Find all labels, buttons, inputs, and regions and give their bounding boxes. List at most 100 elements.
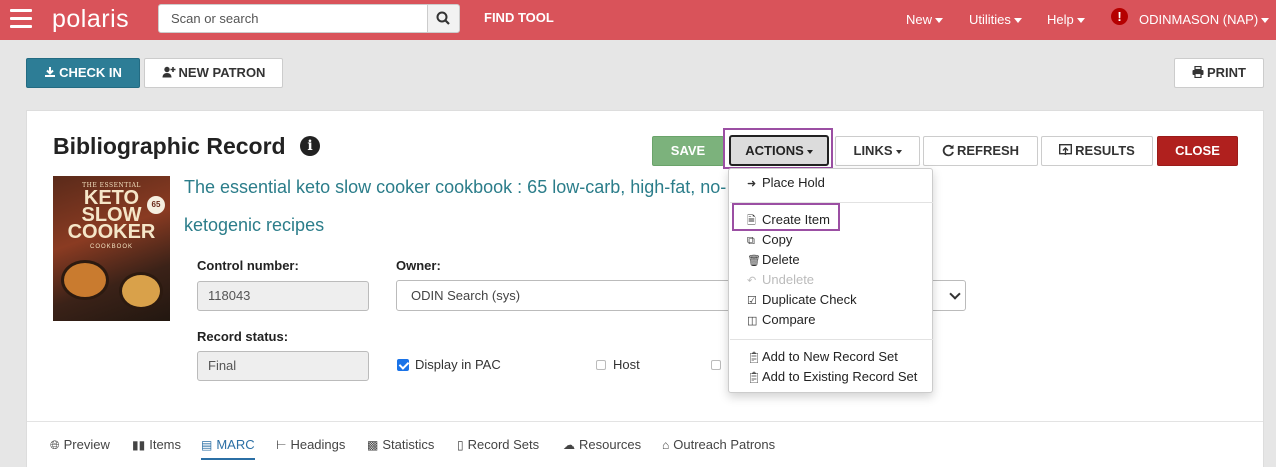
tab-items[interactable]: ▮▮ Items: [132, 437, 181, 452]
tab-preview[interactable]: 🌐︎ Preview: [50, 437, 110, 453]
new-patron-button[interactable]: NEW PATRON: [144, 58, 283, 88]
owner-select-value: ODIN Search (sys): [411, 288, 521, 303]
cover-title: KETO SLOW COOKER: [67, 187, 156, 243]
tab-marc-label: MARC: [216, 437, 255, 452]
download-icon: [45, 67, 56, 77]
menu-item-label: Compare: [762, 312, 816, 327]
tabs-divider: [27, 421, 1263, 422]
menu-item-compare[interactable]: ◫ Compare: [747, 312, 815, 327]
menu-item-copy[interactable]: ⧉ Copy: [747, 232, 792, 248]
tab-outreach-label: Outreach Patrons: [673, 437, 776, 452]
menu-item-place-hold[interactable]: ➜ Place Hold: [747, 175, 825, 190]
user-menu[interactable]: ODINMASON (NAP): [1139, 12, 1270, 27]
info-icon[interactable]: i: [300, 136, 320, 156]
cloud-icon: ☁: [563, 438, 575, 452]
search-button[interactable]: [427, 4, 460, 33]
items-icon: ▮▮: [132, 438, 146, 452]
clipboard-icon: 📋︎: [747, 352, 761, 364]
links-label: LINKS: [853, 143, 893, 158]
clipboard-icon: ▯: [457, 438, 464, 452]
actions-button[interactable]: ACTIONS: [729, 135, 829, 166]
tab-preview-label: Preview: [63, 437, 110, 452]
help-menu[interactable]: Help: [1047, 12, 1085, 27]
menu-item-duplicate-check[interactable]: ☑ Duplicate Check: [747, 292, 857, 307]
menu-divider: [730, 339, 933, 340]
tab-items-label: Items: [149, 437, 182, 452]
menu-item-undelete: ↶ Undelete: [747, 272, 814, 287]
cover-bowl-graphic: [119, 272, 163, 310]
refresh-button[interactable]: REFRESH: [923, 136, 1038, 166]
control-number-label: Control number:: [197, 258, 299, 273]
menu-item-label: Duplicate Check: [762, 292, 857, 307]
menu-item-add-new-set[interactable]: 📋︎Add to New Record Set: [747, 349, 898, 364]
caret-down-icon: [1076, 18, 1085, 24]
top-navbar: polaris Scan or search FIND TOOL New Uti…: [0, 0, 1276, 40]
tab-record-sets-label: Record Sets: [467, 437, 540, 452]
caret-down-icon: [935, 18, 944, 24]
tab-headings[interactable]: ⊢ Headings: [276, 437, 345, 452]
tab-statistics[interactable]: ▩ Statistics: [367, 437, 434, 452]
third-checkbox[interactable]: [711, 360, 721, 370]
actions-label: ACTIONS: [745, 143, 804, 158]
columns-icon: ◫: [747, 315, 758, 327]
utilities-menu-label: Utilities: [969, 12, 1011, 27]
refresh-icon: [942, 144, 954, 157]
alert-icon[interactable]: !: [1111, 8, 1128, 25]
hamburger-menu-icon[interactable]: [10, 9, 32, 29]
page-title: Bibliographic Record: [53, 133, 286, 159]
search-input[interactable]: Scan or search: [158, 4, 428, 33]
tab-record-sets[interactable]: ▯ Record Sets: [457, 437, 539, 452]
add-user-icon: [162, 66, 176, 78]
caret-down-icon: [1261, 18, 1270, 24]
menu-item-label: Add to New Record Set: [762, 349, 898, 364]
find-tool-link[interactable]: FIND TOOL: [484, 10, 554, 25]
globe-icon: 🌐︎: [50, 438, 60, 452]
record-status-label: Record status:: [197, 329, 289, 344]
close-button[interactable]: CLOSE: [1157, 136, 1238, 166]
display-in-pac-checkbox[interactable]: [397, 359, 409, 371]
host-label: Host: [613, 357, 640, 372]
tab-marc[interactable]: ▤ MARC: [201, 437, 255, 452]
copy-icon: ⧉: [747, 235, 755, 247]
cover-sub: COOKBOOK: [89, 244, 133, 250]
menu-item-label: Add to Existing Record Set: [762, 369, 918, 384]
app-logo[interactable]: polaris: [52, 5, 129, 34]
undo-icon: ↶: [747, 275, 757, 287]
bar-chart-icon: ▩: [367, 438, 379, 452]
menu-item-add-existing-set[interactable]: 📋︎Add to Existing Record Set: [747, 369, 917, 384]
tab-resources-label: Resources: [579, 437, 642, 452]
print-icon: [1192, 65, 1204, 79]
utilities-menu[interactable]: Utilities: [969, 12, 1022, 27]
trash-icon: 🗑︎: [747, 255, 761, 267]
control-number-field: 118043: [197, 281, 369, 311]
sitemap-icon: ⊢: [276, 438, 287, 452]
results-button[interactable]: RESULTS: [1041, 136, 1153, 166]
links-button[interactable]: LINKS: [835, 136, 920, 166]
create-item-highlight: [732, 203, 840, 231]
new-patron-label: NEW PATRON: [178, 65, 266, 80]
caret-down-icon: [806, 149, 813, 154]
check-in-label: CHECK IN: [59, 65, 122, 80]
menu-item-delete[interactable]: 🗑︎Delete: [747, 252, 800, 267]
print-label: PRINT: [1207, 65, 1246, 80]
tab-outreach-patrons[interactable]: ⌂ Outreach Patrons: [662, 437, 775, 452]
new-menu-label: New: [906, 12, 933, 27]
host-checkbox[interactable]: [596, 360, 606, 370]
search-icon: [436, 11, 450, 25]
print-button[interactable]: PRINT: [1174, 58, 1264, 88]
new-menu[interactable]: New: [906, 12, 944, 27]
user-name: ODINMASON (NAP): [1139, 12, 1259, 27]
refresh-label: REFRESH: [956, 143, 1020, 158]
results-label: RESULTS: [1075, 143, 1135, 158]
display-in-pac-label: Display in PAC: [415, 357, 501, 372]
actions-dropdown-menu: ➜ Place Hold 🗎︎ Create Item ⧉ Copy 🗑︎Delete…: [728, 168, 933, 393]
save-button[interactable]: SAVE: [652, 136, 724, 166]
caret-down-icon: [1013, 18, 1022, 24]
tab-resources[interactable]: ☁ Resources: [563, 437, 641, 452]
menu-item-label: Copy: [762, 232, 793, 247]
active-tab-underline: [201, 458, 255, 460]
clipboard-icon: 📋︎: [747, 372, 761, 384]
record-title-line-1: The essential keto slow cooker cookbook …: [184, 177, 727, 197]
chevron-down-icon: [949, 288, 961, 300]
check-in-button[interactable]: CHECK IN: [26, 58, 140, 88]
